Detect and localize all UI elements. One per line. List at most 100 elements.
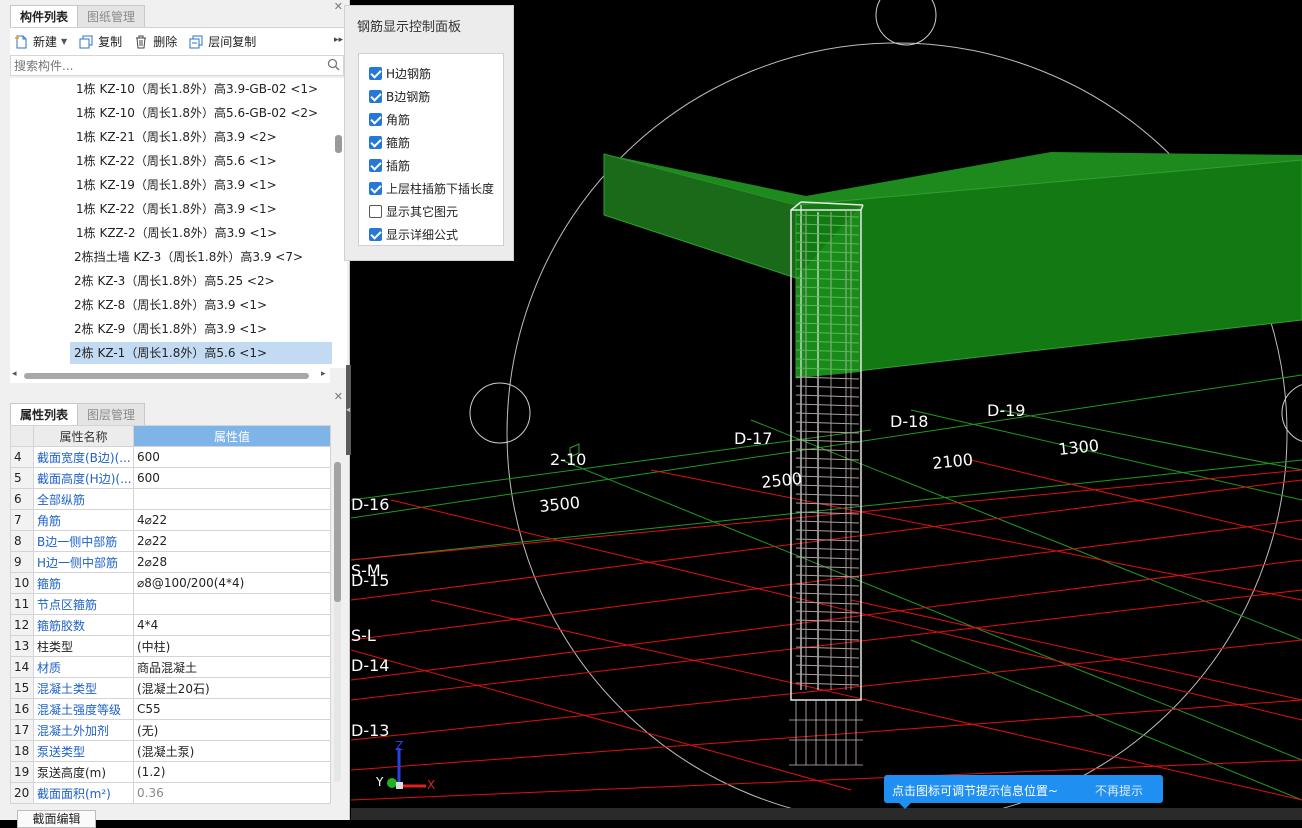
close-icon[interactable]: ✕ bbox=[334, 390, 343, 403]
table-row[interactable]: 5 截面高度(H边)(... 600 bbox=[10, 467, 331, 489]
row-number: 11 bbox=[10, 593, 34, 615]
table-row[interactable]: 16 混凝土强度等级 C55 bbox=[10, 698, 331, 720]
property-value[interactable]: (1.2) bbox=[133, 761, 331, 783]
checkbox-stirrup[interactable]: 箍筋 bbox=[369, 134, 410, 150]
copy-button-label: 复制 bbox=[98, 35, 123, 49]
table-row[interactable]: 7 角筋 4⌀22 bbox=[10, 509, 331, 531]
property-value[interactable]: 600 bbox=[133, 467, 331, 489]
axis-label-D-16: D-16 bbox=[351, 495, 389, 514]
list-item[interactable]: 2栋 KZ-3（周长1.8外）高5.25 <2> bbox=[70, 270, 275, 292]
property-value[interactable]: 600 bbox=[133, 446, 331, 468]
axis-label-D-18: D-18 bbox=[890, 412, 928, 431]
checkbox-show-formula[interactable]: 显示详细公式 bbox=[369, 226, 458, 242]
property-scrollbar[interactable] bbox=[334, 462, 341, 782]
scroll-thumb[interactable] bbox=[24, 373, 309, 379]
property-value[interactable]: (中柱) bbox=[133, 635, 331, 657]
search-box bbox=[10, 55, 344, 76]
row-number: 4 bbox=[10, 446, 34, 468]
scroll-thumb[interactable] bbox=[334, 462, 341, 602]
rebar-options: H边钢筋 B边钢筋 角筋 箍筋 插筋 上层柱插筋下插长度 显示其它图元 显示详细… bbox=[358, 53, 504, 246]
tooltip-arrow[interactable] bbox=[899, 803, 911, 809]
property-value[interactable]: 4*4 bbox=[133, 614, 331, 636]
list-horizontal-scrollbar[interactable]: ◂ ▸ bbox=[10, 368, 330, 383]
list-item[interactable]: 1栋 KZZ-2（周长1.8外）高3.9 <1> bbox=[72, 222, 277, 244]
table-row[interactable]: 11 节点区箍筋 bbox=[10, 593, 331, 615]
axis-label-D-19: D-19 bbox=[987, 401, 1025, 420]
checkbox-dowel[interactable]: 插筋 bbox=[369, 157, 410, 173]
checkbox-icon bbox=[369, 135, 382, 149]
table-header: 属性名称 属性值 bbox=[10, 425, 331, 447]
list-item[interactable]: 1栋 KZ-19（周长1.8外）高3.9 <1> bbox=[72, 174, 277, 196]
checkbox-label: B边钢筋 bbox=[386, 89, 431, 104]
tab-component-list[interactable]: 构件列表 bbox=[10, 5, 79, 27]
table-row[interactable]: 15 混凝土类型 (混凝土20石) bbox=[10, 677, 331, 699]
property-name: 角筋 bbox=[33, 509, 134, 531]
property-value[interactable]: (无) bbox=[133, 719, 331, 741]
search-input[interactable] bbox=[11, 56, 311, 75]
scroll-right-icon[interactable]: ▸ bbox=[321, 369, 326, 379]
table-row[interactable]: 18 泵送类型 (混凝土泵) bbox=[10, 740, 331, 762]
table-row[interactable]: 14 材质 商品混凝土 bbox=[10, 656, 331, 678]
checkbox-h-rebar[interactable]: H边钢筋 bbox=[369, 65, 431, 81]
list-item[interactable]: 1栋 KZ-21（周长1.8外）高3.9 <2> bbox=[72, 126, 277, 148]
property-value[interactable]: 2⌀28 bbox=[133, 551, 331, 573]
tab-drawing-management[interactable]: 图纸管理 bbox=[77, 5, 146, 27]
list-item[interactable]: 2栋 KZ-8（周长1.8外）高3.9 <1> bbox=[70, 294, 267, 316]
checkbox-upper-dowel-length[interactable]: 上层柱插筋下插长度 bbox=[369, 180, 494, 196]
property-value[interactable]: ⌀8@100/200(4*4) bbox=[133, 572, 331, 594]
checkbox-show-other-elements[interactable]: 显示其它图元 bbox=[369, 203, 458, 219]
checkbox-label: 显示详细公式 bbox=[386, 227, 459, 242]
property-name: 柱类型 bbox=[33, 635, 134, 657]
list-item[interactable]: 1栋 KZ-10（周长1.8外）高3.9-GB-02 <1> bbox=[72, 78, 318, 100]
axis-label-D-13: D-13 bbox=[351, 721, 389, 740]
table-row[interactable]: 8 B边一侧中部筋 2⌀22 bbox=[10, 530, 331, 552]
tab-layer-management[interactable]: 图层管理 bbox=[77, 403, 146, 425]
table-row[interactable]: 9 H边一侧中部筋 2⌀28 bbox=[10, 551, 331, 573]
scroll-left-icon[interactable]: ◂ bbox=[12, 369, 17, 379]
more-icon[interactable]: ▸▸ bbox=[334, 35, 343, 45]
close-icon[interactable]: ✕ bbox=[334, 0, 343, 13]
table-row[interactable]: 4 截面宽度(B边)(... 600 bbox=[10, 446, 331, 468]
list-item[interactable]: 1栋 KZ-22（周长1.8外）高5.6 <1> bbox=[72, 150, 277, 172]
property-value[interactable]: 2⌀22 bbox=[133, 530, 331, 552]
section-edit-button[interactable]: 截面编辑 bbox=[17, 810, 96, 828]
new-button-label: 新建 bbox=[33, 35, 58, 49]
property-value[interactable]: 4⌀22 bbox=[133, 509, 331, 531]
property-value[interactable]: 商品混凝土 bbox=[133, 656, 331, 678]
list-item[interactable]: 2栋挡土墙 KZ-3（周长1.8外）高3.9 <7> bbox=[70, 246, 303, 268]
property-table: 属性名称 属性值 4 截面宽度(B边)(... 600 5 截面高度(H边)(... 60… bbox=[10, 425, 331, 804]
hint-tooltip: 点击图标可调节提示信息位置~ 不再提示 bbox=[884, 775, 1163, 809]
table-row[interactable]: 19 泵送高度(m) (1.2) bbox=[10, 761, 331, 783]
list-item[interactable]: 1栋 KZ-10（周长1.8外）高5.6-GB-02 <2> bbox=[72, 102, 318, 124]
header-num bbox=[10, 425, 34, 447]
property-value[interactable]: C55 bbox=[133, 698, 331, 720]
list-item[interactable]: 1栋 KZ-22（周长1.8外）高3.9 <1> bbox=[72, 198, 277, 220]
row-number: 9 bbox=[10, 551, 34, 573]
checkbox-b-rebar[interactable]: B边钢筋 bbox=[369, 88, 430, 104]
table-row[interactable]: 13 柱类型 (中柱) bbox=[10, 635, 331, 657]
property-value[interactable] bbox=[133, 488, 331, 510]
property-value[interactable]: 0.36 bbox=[133, 782, 331, 804]
table-row[interactable]: 17 混凝土外加剂 (无) bbox=[10, 719, 331, 741]
dont-show-again-link[interactable]: 不再提示 bbox=[1095, 782, 1143, 799]
list-vertical-scrollbar[interactable] bbox=[335, 135, 342, 153]
panel-title: 钢筋显示控制面板 bbox=[357, 20, 462, 35]
copy-button[interactable]: 复制 bbox=[79, 33, 122, 50]
search-icon[interactable] bbox=[327, 58, 340, 71]
new-button[interactable]: 新建 ▼ bbox=[14, 33, 67, 50]
table-row[interactable]: 6 全部纵筋 bbox=[10, 488, 331, 510]
chevron-down-icon[interactable]: ▼ bbox=[61, 37, 67, 46]
floor-copy-button[interactable]: 层间复制 bbox=[189, 33, 256, 50]
delete-button[interactable]: 删除 bbox=[134, 33, 177, 50]
table-row[interactable]: 12 箍筋胶数 4*4 bbox=[10, 614, 331, 636]
axis-label-S-L: S-L bbox=[351, 626, 376, 645]
tab-property-list[interactable]: 属性列表 bbox=[10, 403, 79, 425]
property-value[interactable] bbox=[133, 593, 331, 615]
table-row[interactable]: 20 截面面积(m²) 0.36 bbox=[10, 782, 331, 804]
list-item-selected[interactable]: 2栋 KZ-1（周长1.8外）高5.6 <1> bbox=[70, 342, 332, 364]
table-row[interactable]: 10 箍筋 ⌀8@100/200(4*4) bbox=[10, 572, 331, 594]
property-value[interactable]: (混凝土20石) bbox=[133, 677, 331, 699]
checkbox-corner-rebar[interactable]: 角筋 bbox=[369, 111, 410, 127]
property-value[interactable]: (混凝土泵) bbox=[133, 740, 331, 762]
list-item[interactable]: 2栋 KZ-9（周长1.8外）高3.9 <1> bbox=[70, 318, 267, 340]
